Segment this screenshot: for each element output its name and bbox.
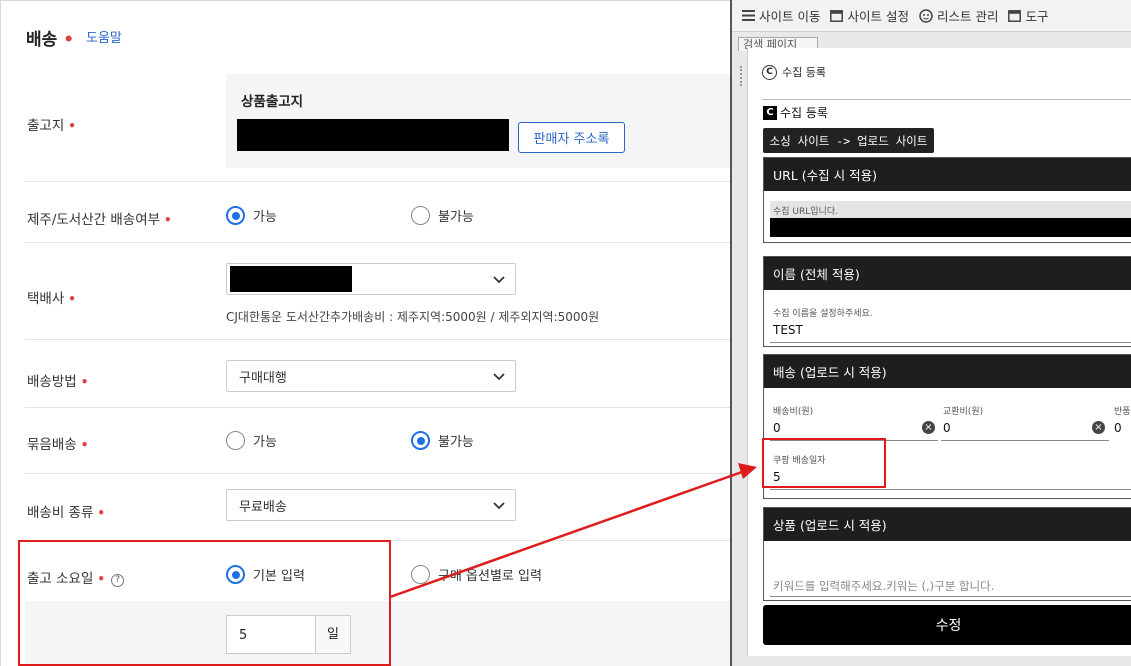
warehouse-label: 출고지 bbox=[27, 118, 65, 134]
drag-handle-icon[interactable] bbox=[740, 66, 744, 86]
lead-time-option-per-option[interactable]: 구매 옵션별로 입력 bbox=[411, 565, 542, 584]
radio-checked-icon bbox=[411, 431, 430, 450]
courier-label: 택배사 bbox=[27, 291, 65, 307]
warehouse-row: 출고지 • 상품출고지 판매자 주소록 bbox=[25, 71, 736, 182]
toolbar: 사이트 이동 사이트 설정 리스트 관리 도구 bbox=[732, 0, 1131, 32]
toolbar-tools[interactable]: 도구 bbox=[1008, 6, 1048, 25]
person-icon bbox=[919, 8, 933, 23]
submit-button[interactable]: 수정 bbox=[763, 605, 1131, 645]
chevron-down-icon bbox=[493, 276, 505, 284]
shipping-card-title: 배송 (업로드 시 적용) bbox=[764, 355, 1131, 388]
toolbar-list-manage[interactable]: 리스트 관리 bbox=[919, 6, 998, 25]
warehouse-inner-title: 상품출고지 bbox=[241, 94, 304, 110]
url-card: URL (수집 시 적용) 수집 URL입니다. bbox=[763, 157, 1131, 243]
product-card-title: 상품 (업로드 시 적용) bbox=[764, 508, 1131, 541]
name-field-label: 수집 이름을 설정하주세요. bbox=[773, 309, 873, 319]
window-icon bbox=[1008, 9, 1022, 22]
c-logo-icon: C bbox=[762, 64, 777, 80]
jeju-option-impossible[interactable]: 불가능 bbox=[411, 206, 474, 225]
clear-icon[interactable]: × bbox=[922, 421, 935, 434]
jeju-option-possible[interactable]: 가능 bbox=[226, 206, 277, 225]
clear-icon[interactable]: × bbox=[1092, 421, 1105, 434]
collect-panel: C 수집 등록 C 수집 등록 소싱 사이트 -> 업로드 사이트 URL (수집 … bbox=[747, 48, 1131, 656]
chevron-down-icon bbox=[493, 373, 505, 381]
chevron-down-icon bbox=[493, 502, 505, 510]
collect-header: 수집 등록 bbox=[782, 66, 826, 79]
radio-unchecked-icon bbox=[411, 206, 430, 225]
section-title: 배송 • bbox=[26, 30, 75, 50]
name-input[interactable]: TEST bbox=[773, 323, 803, 337]
collect-subheader: 수집 등록 bbox=[780, 106, 828, 120]
fee-type-label: 배송비 종류 bbox=[27, 505, 94, 521]
radio-unchecked-icon bbox=[411, 565, 430, 584]
bundle-option-impossible[interactable]: 불가능 bbox=[411, 431, 474, 450]
toolbar-site-settings[interactable]: 사이트 설정 bbox=[830, 6, 909, 25]
fee-input[interactable]: 0 bbox=[773, 421, 781, 435]
bundle-option-possible[interactable]: 가능 bbox=[226, 431, 277, 450]
method-row: 배송방법 • 구매대행 bbox=[25, 340, 736, 408]
window-icon bbox=[830, 9, 844, 22]
courier-redacted bbox=[230, 266, 352, 292]
fee-type-row: 배송비 종류 • 무료배송 bbox=[25, 474, 736, 541]
highlight-box-right bbox=[762, 438, 886, 488]
courier-select[interactable] bbox=[226, 263, 516, 295]
toolbar-site-move[interactable]: 사이트 이동 bbox=[742, 6, 820, 25]
exchange-input[interactable]: 0 bbox=[943, 421, 951, 435]
extension-panel: 사이트 이동 사이트 설정 리스트 관리 도구 검색 페이지 C 수집 등록 C수… bbox=[730, 0, 1131, 666]
fee-type-select[interactable]: 무료배송 bbox=[226, 489, 516, 521]
url-redacted bbox=[770, 218, 1131, 237]
tooltip: 소싱 사이트 -> 업로드 사이트 bbox=[763, 128, 934, 153]
menu-icon bbox=[742, 10, 755, 21]
c-square-icon: C bbox=[763, 105, 777, 120]
url-field-label: 수집 URL입니다. bbox=[773, 207, 838, 217]
fee-label: 배송비(원) bbox=[773, 407, 814, 417]
method-select[interactable]: 구매대행 bbox=[226, 360, 516, 392]
courier-row: 택배사 • CJ대한통운 도서산간추가배송비 : 제주지역:5000원 / 제주외… bbox=[25, 243, 736, 340]
return-input[interactable]: 0 bbox=[1114, 421, 1122, 435]
shipping-form: 배송 • 도움말 출고지 • 상품출고지 판매자 주소록 제주/도서산간 배송여부… bbox=[0, 0, 736, 666]
name-card: 이름 (전체 적용) 수집 이름을 설정하주세요. TEST bbox=[763, 256, 1131, 347]
highlight-box-left bbox=[18, 540, 391, 666]
help-link[interactable]: 도움말 bbox=[86, 27, 122, 46]
warehouse-address-redacted bbox=[237, 119, 509, 151]
courier-note: CJ대한통운 도서산간추가배송비 : 제주지역:5000원 / 제주외지역:50… bbox=[226, 310, 600, 324]
jeju-label: 제주/도서산간 배송여부 bbox=[27, 212, 161, 228]
divider bbox=[762, 99, 1131, 100]
jeju-row: 제주/도서산간 배송여부 • 가능 불가능 bbox=[25, 182, 736, 243]
address-book-button[interactable]: 판매자 주소록 bbox=[518, 122, 625, 153]
return-label: 반품 bbox=[1114, 407, 1131, 417]
radio-unchecked-icon bbox=[226, 431, 245, 450]
exchange-label: 교환비(원) bbox=[943, 407, 984, 417]
product-card: 상품 (업로드 시 적용) 키워드를 입력해주세요.키워는 (,)구분 합니다. bbox=[763, 507, 1131, 601]
name-card-title: 이름 (전체 적용) bbox=[764, 257, 1131, 290]
bundle-row: 묶음배송 • 가능 불가능 bbox=[25, 408, 736, 474]
method-label: 배송방법 bbox=[27, 374, 77, 390]
bundle-label: 묶음배송 bbox=[27, 437, 77, 453]
radio-checked-icon bbox=[226, 206, 245, 225]
keyword-input[interactable]: 키워드를 입력해주세요.키워는 (,)구분 합니다. bbox=[773, 578, 994, 594]
url-card-title: URL (수집 시 적용) bbox=[764, 158, 1131, 191]
